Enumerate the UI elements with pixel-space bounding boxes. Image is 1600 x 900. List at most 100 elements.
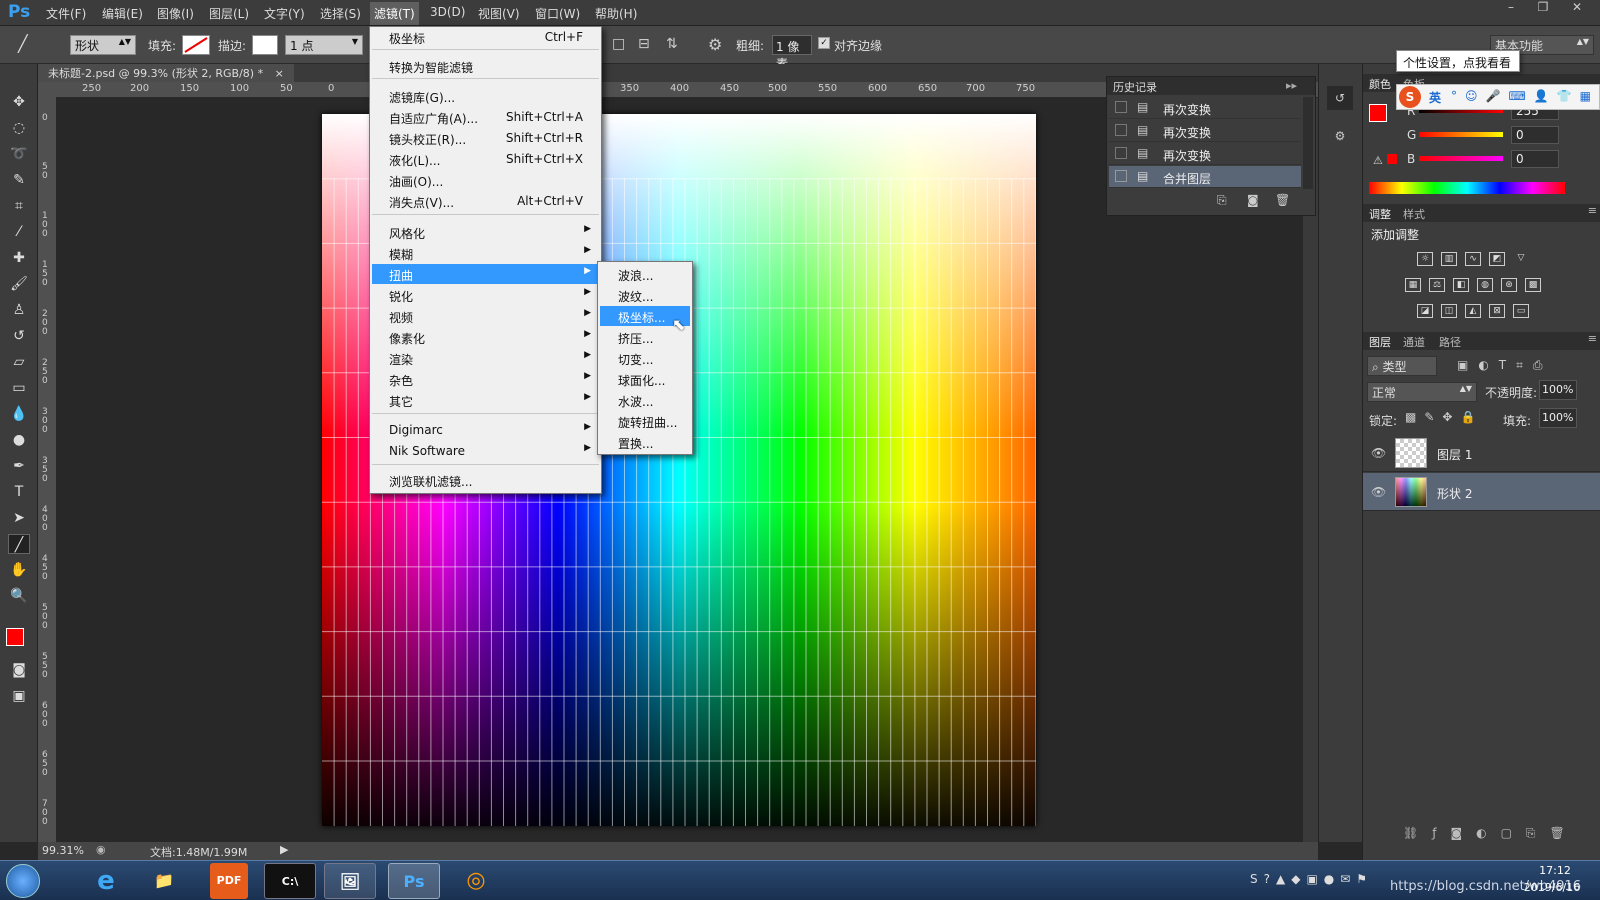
properties-panel-icon[interactable]: ⚙ xyxy=(1327,124,1353,148)
menu-item-blur[interactable]: 模糊 ▶ xyxy=(372,243,599,263)
taskbar-photoshop-icon[interactable]: Ps xyxy=(388,863,440,899)
b-slider[interactable] xyxy=(1419,156,1503,161)
menu-item-liquify[interactable]: 液化(L)... Shift+Ctrl+X xyxy=(372,149,599,169)
menu-item-pixelate[interactable]: 像素化 ▶ xyxy=(372,327,599,347)
eraser-tool-icon[interactable]: ▱ xyxy=(8,352,30,372)
posterize-icon[interactable]: ◫ xyxy=(1441,304,1457,318)
layer-name[interactable]: 图层 1 xyxy=(1437,446,1472,463)
taskbar-cmd-icon[interactable]: C:\ xyxy=(264,863,316,899)
zoom-level[interactable]: 99.31% xyxy=(42,844,84,857)
menu-select[interactable]: 选择(S) xyxy=(320,5,361,22)
quick-select-icon[interactable]: ✎ xyxy=(8,170,30,190)
layer-name[interactable]: 形状 2 xyxy=(1437,485,1472,502)
panel-collapse-icon[interactable]: ▸▸ xyxy=(1286,79,1297,92)
lock-icons[interactable]: ▩✎✥🔒 xyxy=(1405,410,1483,424)
menu-item-nik-software[interactable]: Nik Software ▶ xyxy=(372,441,599,461)
menu-item-browse-online[interactable]: 浏览联机滤镜... xyxy=(372,470,599,490)
menu-view[interactable]: 视图(V) xyxy=(478,5,520,22)
panel-menu-icon[interactable]: ≡ xyxy=(1588,204,1597,217)
g-slider[interactable] xyxy=(1419,132,1503,137)
minimize-button[interactable]: – xyxy=(1496,0,1526,18)
tab-styles[interactable]: 样式 xyxy=(1403,206,1425,222)
visibility-eye-icon[interactable]: 👁 xyxy=(1371,485,1386,499)
history-panel-icon[interactable]: ↺ xyxy=(1327,86,1353,110)
layer-filter-select[interactable]: ⌕ 类型 xyxy=(1367,356,1437,376)
clock-date[interactable]: 2019/6/16 xyxy=(1516,881,1588,894)
taskbar-photos-icon[interactable]: 🖼 xyxy=(324,863,376,899)
taskbar-explorer-icon[interactable]: 📁 xyxy=(138,863,190,899)
brightness-icon[interactable]: ☼ xyxy=(1417,252,1433,266)
eyedropper-icon[interactable]: ⁄ xyxy=(8,222,30,242)
menu-item-filter-gallery[interactable]: 滤镜库(G)... xyxy=(372,86,599,106)
quick-mask-icon[interactable]: ◙ xyxy=(8,660,30,680)
hue-saturation-icon[interactable]: ▦ xyxy=(1405,278,1421,292)
color-fg-swatch[interactable] xyxy=(1369,104,1387,122)
type-tool-icon[interactable]: T xyxy=(8,482,30,502)
color-balance-icon[interactable]: ⚖ xyxy=(1429,278,1445,292)
black-white-icon[interactable]: ◧ xyxy=(1453,278,1469,292)
menu-item-sharpen[interactable]: 锐化 ▶ xyxy=(372,285,599,305)
menu-item-stylize[interactable]: 风格化 ▶ xyxy=(372,222,599,242)
ime-tools-icons[interactable]: °☺🎤⌨👤👕▦ xyxy=(1451,89,1599,103)
crop-tool-icon[interactable]: ⌗ xyxy=(8,196,30,216)
invert-icon[interactable]: ◪ xyxy=(1417,304,1433,318)
history-title[interactable]: 历史记录 xyxy=(1113,79,1157,95)
path-select-icon[interactable]: ➤ xyxy=(8,508,30,528)
b-input[interactable]: 0 xyxy=(1511,150,1559,168)
line-tool-icon[interactable]: ╱ xyxy=(18,34,42,54)
menu-type[interactable]: 文字(Y) xyxy=(264,5,305,22)
photo-filter-icon[interactable]: ◍ xyxy=(1477,278,1493,292)
stroke-swatch[interactable] xyxy=(252,35,278,55)
taskbar-ie-icon[interactable]: e xyxy=(80,863,132,899)
gradient-tool-icon[interactable]: ▭ xyxy=(8,378,30,398)
camera-icon[interactable]: ◙ xyxy=(1247,193,1259,207)
gear-icon[interactable]: ⚙ xyxy=(708,35,722,54)
submenu-zigzag[interactable]: 水波... xyxy=(600,390,690,410)
tray-icons[interactable]: S?▲◆▣●✉⚑ xyxy=(1250,872,1373,886)
submenu-displace[interactable]: 置换... xyxy=(600,432,690,452)
menu-window[interactable]: 窗口(W) xyxy=(535,5,580,22)
menu-item-noise[interactable]: 杂色 ▶ xyxy=(372,369,599,389)
submenu-spherize[interactable]: 球面化... xyxy=(600,369,690,389)
history-item[interactable]: ▤ 再次变换 xyxy=(1109,97,1301,119)
clock-time[interactable]: 17:12 xyxy=(1530,864,1580,877)
channel-mixer-icon[interactable]: ⊛ xyxy=(1501,278,1517,292)
start-button[interactable] xyxy=(6,864,40,898)
vibrance-icon[interactable]: ▽ xyxy=(1513,252,1529,266)
history-scrollbar[interactable] xyxy=(1303,97,1313,189)
line-tool-active-icon[interactable]: ╱ xyxy=(8,534,30,554)
layer-filter-icons[interactable]: ▣◐T⌗⎙ xyxy=(1457,358,1553,373)
menu-item-distort[interactable]: 扭曲 ▶ xyxy=(372,264,599,284)
tab-color[interactable]: 颜色 xyxy=(1369,76,1391,92)
menu-item-vanishing-point[interactable]: 消失点(V)... Alt+Ctrl+V xyxy=(372,191,599,211)
fill-swatch[interactable] xyxy=(182,35,210,55)
hand-tool-icon[interactable]: ✋ xyxy=(8,560,30,580)
pen-tool-icon[interactable]: ✒ xyxy=(8,456,30,476)
menu-filter[interactable]: 滤镜(T) xyxy=(370,2,419,25)
layer-row[interactable]: 👁 图层 1 xyxy=(1363,434,1600,472)
gamut-warning-icon[interactable]: ⚠ xyxy=(1373,154,1383,167)
menu-item-smart-filter[interactable]: 转换为智能滤镜 xyxy=(372,56,599,76)
menu-item-oil-paint[interactable]: 油画(O)... xyxy=(372,170,599,190)
history-item-current[interactable]: ▤ 合并图层 xyxy=(1109,166,1301,188)
exposure-icon[interactable]: ◩ xyxy=(1489,252,1505,266)
marquee-tool-icon[interactable]: ◌ xyxy=(8,118,30,138)
history-item[interactable]: ▤ 再次变换 xyxy=(1109,120,1301,142)
stamp-tool-icon[interactable]: ♙ xyxy=(8,300,30,320)
selective-color-icon[interactable]: ⊠ xyxy=(1489,304,1505,318)
tab-adjustments[interactable]: 调整 xyxy=(1369,206,1391,222)
blend-mode-select[interactable]: 正常 ▲▼ xyxy=(1367,382,1477,402)
tool-mode-select[interactable]: 形状 ▲▼ xyxy=(70,35,136,55)
foreground-color-swatch[interactable] xyxy=(6,628,24,646)
close-tab-icon[interactable]: × xyxy=(275,67,284,80)
close-button[interactable]: ✕ xyxy=(1562,0,1592,18)
screen-mode-icon[interactable]: ▣ xyxy=(8,686,30,706)
tab-layers[interactable]: 图层 xyxy=(1369,334,1391,350)
layer-row-selected[interactable]: 👁 形状 2 xyxy=(1363,473,1600,511)
tab-channels[interactable]: 通道 xyxy=(1403,334,1425,350)
menu-item-last-filter[interactable]: 极坐标 Ctrl+F xyxy=(372,27,599,47)
submenu-ripple[interactable]: 波纹... xyxy=(600,285,690,305)
g-input[interactable]: 0 xyxy=(1511,126,1559,144)
path-arrange-icon[interactable]: ⇅ xyxy=(666,36,678,52)
status-arrow-icon[interactable]: ▶ xyxy=(280,843,288,856)
